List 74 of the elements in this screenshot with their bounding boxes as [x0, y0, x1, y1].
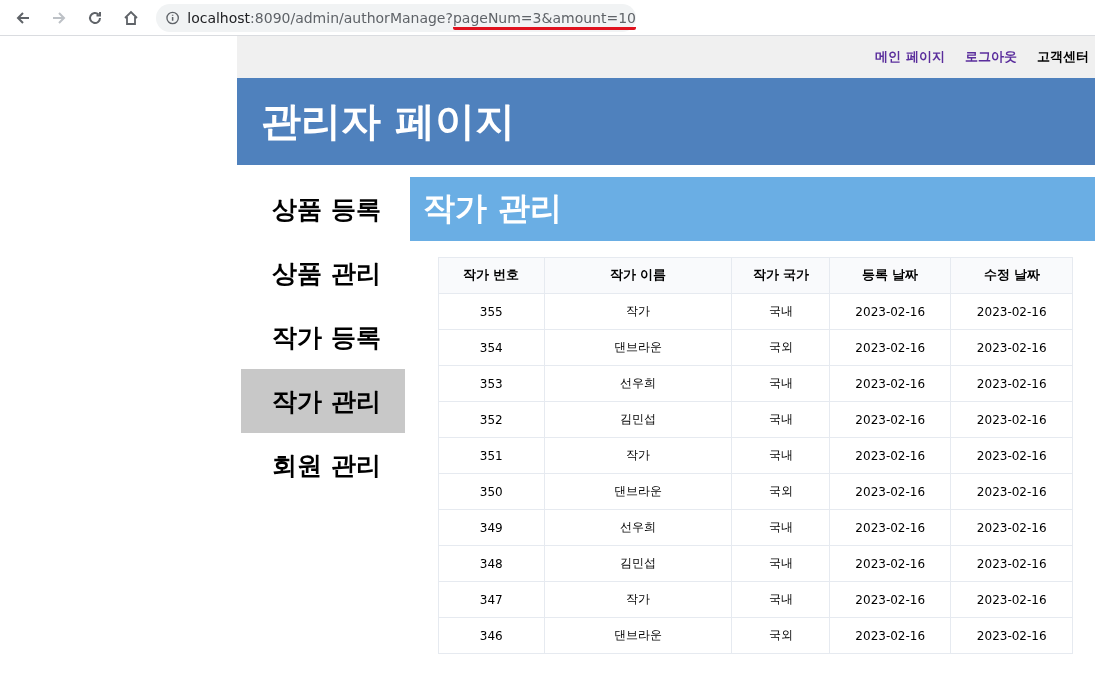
table-cell: 김민섭: [544, 545, 732, 582]
table-cell: 국내: [731, 401, 830, 438]
table-cell: 351: [438, 437, 545, 474]
table-cell: 작가: [544, 437, 732, 474]
table-cell: 2023-02-16: [829, 329, 951, 366]
table-cell: 선우희: [544, 365, 732, 402]
table-cell: 2023-02-16: [951, 473, 1073, 510]
table-cell: 국내: [731, 509, 830, 546]
section-title: 작가 관리: [410, 177, 1095, 241]
sidebar-item[interactable]: 상품 관리: [241, 241, 405, 305]
sidebar-item[interactable]: 작가 등록: [241, 305, 405, 369]
table-cell: 2023-02-16: [951, 437, 1073, 474]
column-header: 작가 번호: [438, 257, 545, 294]
home-icon: [123, 9, 139, 26]
table-cell: 선우희: [544, 509, 732, 546]
address-bar[interactable]: localhost:8090/admin/authorManage?pageNum=3&amount=10: [156, 3, 636, 32]
table-cell: 2023-02-16: [951, 581, 1073, 618]
table-cell: 2023-02-16: [951, 401, 1073, 438]
back-arrow-icon: [15, 9, 31, 26]
table-cell: 2023-02-16: [829, 581, 951, 618]
table-cell: 2023-02-16: [951, 509, 1073, 546]
column-header: 작가 국가: [731, 257, 830, 294]
table-cell: 348: [438, 545, 545, 582]
table-cell: 2023-02-16: [829, 401, 951, 438]
forward-arrow-icon: [51, 9, 67, 26]
table-cell: 2023-02-16: [829, 617, 951, 654]
table-cell: 2023-02-16: [829, 437, 951, 474]
info-icon: [166, 10, 180, 25]
sidebar-item[interactable]: 작가 관리: [241, 369, 405, 433]
url-path: :8090/admin/authorManage?: [250, 9, 453, 26]
table-cell: 355: [438, 293, 545, 330]
table-cell: 국내: [731, 581, 830, 618]
table-cell: 국내: [731, 437, 830, 474]
table-cell: 347: [438, 581, 545, 618]
table-cell: 국외: [731, 473, 830, 510]
table-cell: 354: [438, 329, 545, 366]
table-cell: 국내: [731, 293, 830, 330]
table-cell: 댄브라운: [544, 617, 732, 654]
table-cell: 350: [438, 473, 545, 510]
table-cell: 2023-02-16: [951, 293, 1073, 330]
table-cell: 작가: [544, 293, 732, 330]
table-cell: 2023-02-16: [829, 365, 951, 402]
nav-link[interactable]: 로그아웃: [965, 48, 1017, 66]
table-cell: 349: [438, 509, 545, 546]
table-cell: 작가: [544, 581, 732, 618]
table-cell: 2023-02-16: [829, 509, 951, 546]
url-query: pageNum=3&amount=10: [452, 9, 636, 30]
table-cell: 2023-02-16: [951, 617, 1073, 654]
table-cell: 2023-02-16: [951, 365, 1073, 402]
table-cell: 2023-02-16: [951, 545, 1073, 582]
sidebar-item[interactable]: 상품 등록: [241, 177, 405, 241]
table-cell: 352: [438, 401, 545, 438]
column-header: 작가 이름: [544, 257, 732, 294]
table-cell: 2023-02-16: [829, 545, 951, 582]
reload-icon: [87, 9, 103, 26]
table-cell: 김민섭: [544, 401, 732, 438]
table-cell: 353: [438, 365, 545, 402]
table-cell: 국내: [731, 365, 830, 402]
url-host: localhost: [187, 9, 251, 26]
table-cell: 2023-02-16: [829, 293, 951, 330]
table-cell: 댄브라운: [544, 329, 732, 366]
table-cell: 댄브라운: [544, 473, 732, 510]
nav-link[interactable]: 메인 페이지: [875, 48, 945, 66]
table-cell: 국내: [731, 545, 830, 582]
column-header: 수정 날짜: [951, 257, 1073, 294]
table-cell: 2023-02-16: [951, 329, 1073, 366]
column-header: 등록 날짜: [829, 257, 951, 294]
nav-link[interactable]: 고객센터: [1037, 48, 1089, 66]
table-cell: 국외: [731, 617, 830, 654]
table-cell: 국외: [731, 329, 830, 366]
table-cell: 346: [438, 617, 545, 654]
page-title: 관리자 페이지: [261, 97, 515, 146]
table-cell: 2023-02-16: [829, 473, 951, 510]
sidebar-item[interactable]: 회원 관리: [241, 433, 405, 497]
